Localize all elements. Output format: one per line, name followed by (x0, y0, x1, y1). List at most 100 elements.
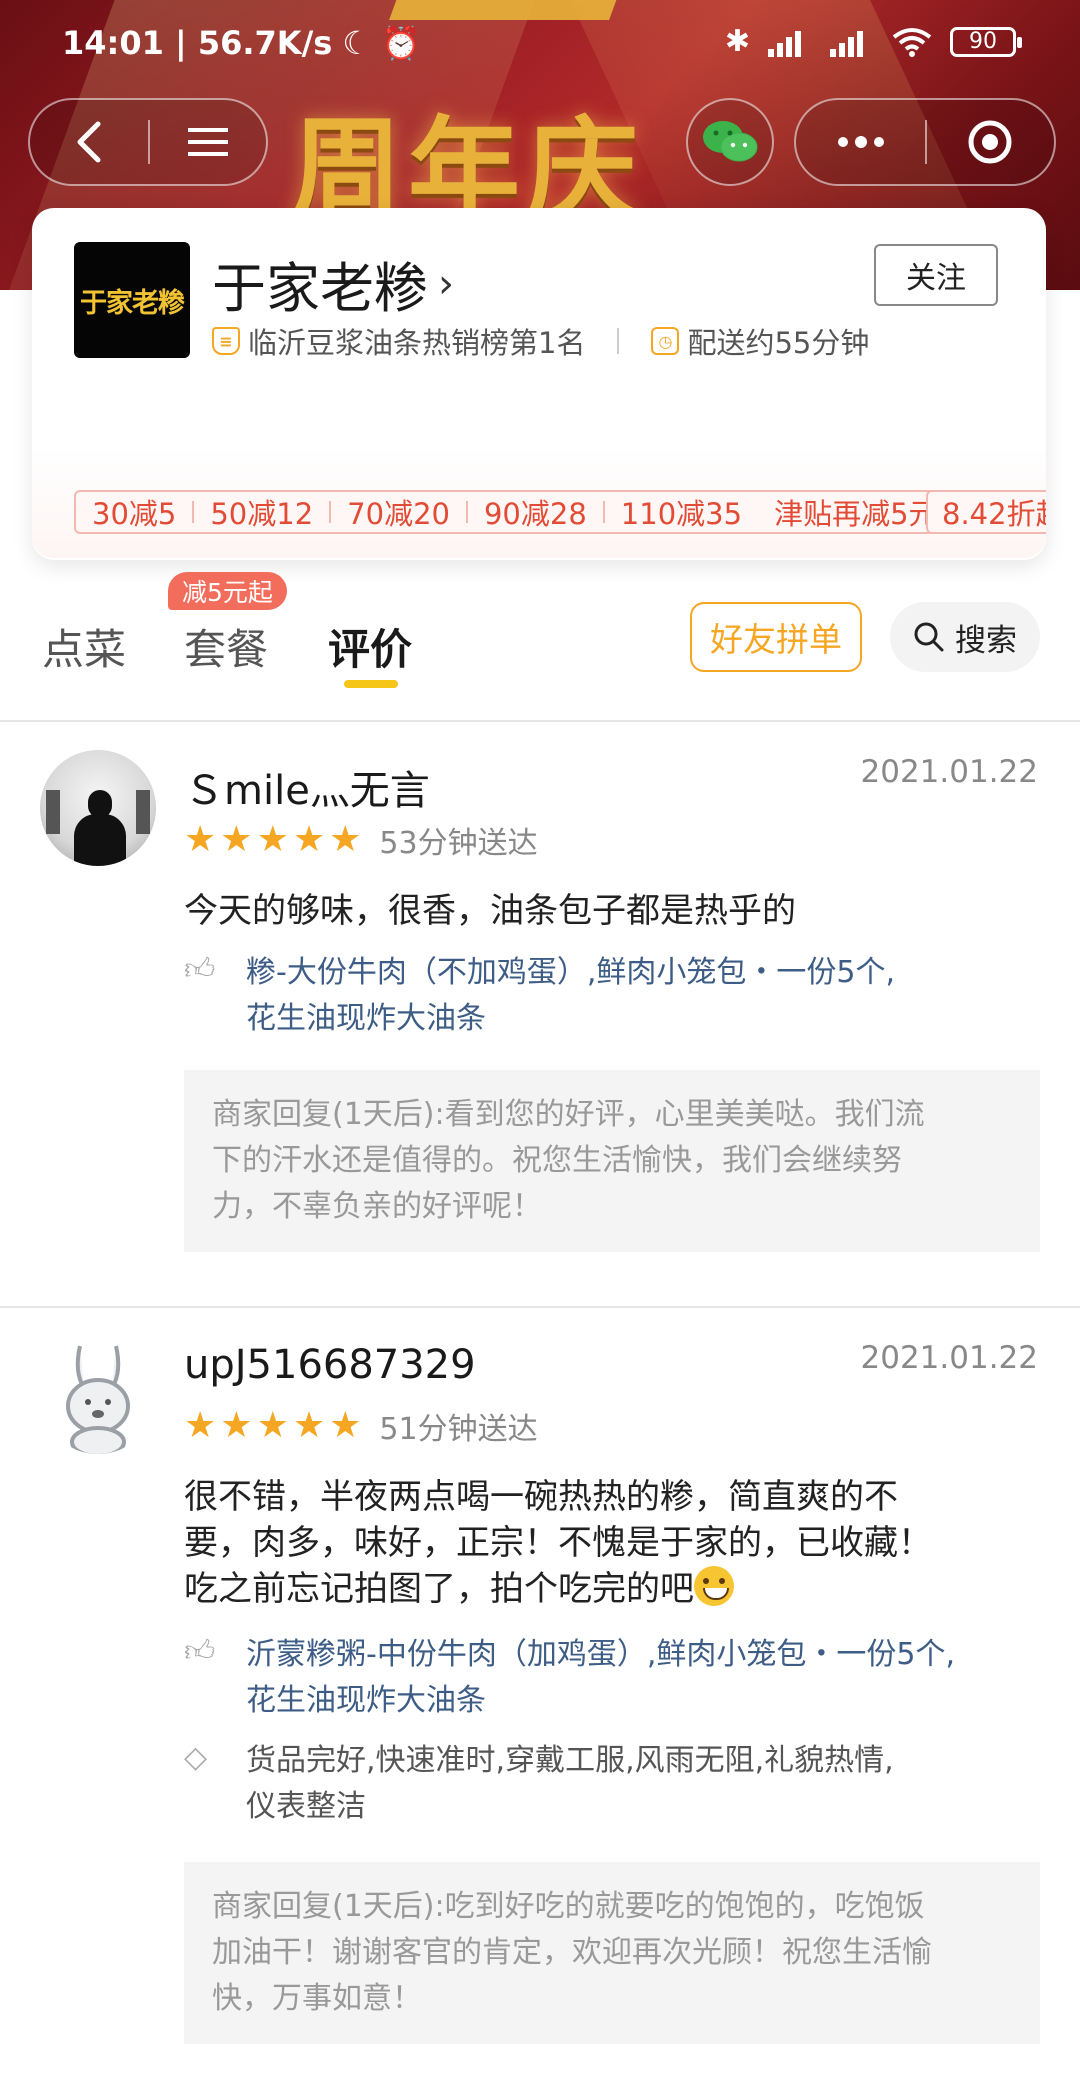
menu-icon (187, 128, 228, 156)
promo-row: 30减5 50减12 70减20 90减28 110减35 津贴再减5元 8.4… (32, 448, 1046, 558)
review-divider (0, 1306, 1080, 1308)
reply-line: 快，万事如意！ (212, 1981, 422, 2016)
action-capsule (794, 98, 1056, 186)
promo-discount-rate[interactable]: 8.42折起 (926, 490, 1046, 534)
review-text-segment: 吃之前忘记拍图了，拍个吃完的吧 (184, 1569, 694, 1609)
rabbit-avatar-icon (66, 1345, 130, 1454)
review-date: 2021.01.22 (860, 754, 1039, 790)
review-rating: ★ ★ ★ ★ ★ 51分钟送达 (184, 1404, 538, 1448)
star-icon: ★ (329, 1405, 362, 1446)
bluetooth-icon: ✱ (724, 24, 750, 59)
review-text: 很不错，半夜两点喝一碗热热的糁，简直爽的不 要，肉多，味好，正宗！不愧是于家的，… (184, 1474, 1034, 1612)
status-time: 14:01 | 56.7K/s (62, 24, 333, 62)
signal-icon (830, 30, 863, 57)
tag-icon: ◇ (184, 1740, 208, 1775)
clock-icon: ◷ (651, 327, 680, 355)
search-button[interactable]: 搜索 (890, 602, 1040, 672)
tab-combo[interactable]: 套餐 (184, 616, 268, 677)
avatar[interactable] (40, 750, 156, 866)
tab-bar: 点菜 减5元起 套餐 评价 好友拼单 搜索 (0, 572, 1080, 722)
shop-name-text: 于家老糁 (212, 257, 428, 320)
wechat-icon (703, 121, 758, 162)
promo-item: 70减20 (347, 497, 450, 531)
star-icon: ★ (220, 1405, 253, 1446)
chevron-right-icon: › (438, 260, 454, 307)
tab-order[interactable]: 点菜 (42, 616, 126, 677)
shop-card: 于家老糁 于家老糁 › 关注 ≡ 临沂豆浆油条热销榜第1名 ◷ 配送约55分钟 … (32, 208, 1046, 560)
dish-list-line[interactable]: 沂蒙糁粥-中份牛肉（加鸡蛋）,鲜肉小笼包・一份5个, (246, 1632, 955, 1678)
star-icon: ★ (256, 1405, 289, 1446)
shop-meta: ≡ 临沂豆浆油条热销榜第1名 ◷ 配送约55分钟 (212, 320, 869, 362)
status-right: ✱ 90 (724, 24, 1022, 59)
tag-list-line: 货品完好,快速准时,穿戴工服,风雨无阻,礼貌热情, (246, 1743, 894, 1778)
follow-button[interactable]: 关注 (874, 244, 998, 306)
avatar-detail (46, 790, 60, 834)
avatar-detail (74, 814, 126, 866)
review-username: upJ516687329 (184, 1342, 476, 1388)
tab-reviews[interactable]: 评价 (328, 616, 412, 677)
meta-divider (617, 328, 620, 354)
reply-line: 加油干！谢谢客官的肯定，欢迎再次光顾！祝您生活愉 (212, 1935, 932, 1970)
promo-item: 50减12 (210, 497, 314, 531)
tab-badge: 减5元起 (168, 572, 287, 610)
more-button[interactable] (796, 98, 925, 186)
moon-icon: ☾ (342, 24, 371, 62)
shop-delivery-time: 配送约55分钟 (687, 326, 870, 360)
tabs-divider (0, 720, 1080, 722)
shop-rank[interactable]: 临沂豆浆油条热销榜第1名 (248, 320, 585, 362)
reply-line: 商家回复(1天后):吃到好吃的就要吃的饱饱的，吃饱饭 (212, 1889, 925, 1924)
wechat-share-button[interactable] (686, 98, 774, 186)
wifi-icon (892, 27, 932, 57)
review-date: 2021.01.22 (860, 1340, 1039, 1376)
status-left: 14:01 | 56.7K/s ☾ ⏰ (62, 24, 421, 62)
grin-emoji-icon (694, 1566, 734, 1606)
star-icon: ★ (184, 819, 217, 860)
review-username: Ｓmile灬无言 (184, 768, 430, 814)
tab-active-indicator (344, 680, 398, 688)
review-text: 今天的够味，很香，油条包子都是热乎的 (184, 891, 796, 931)
avatar[interactable] (40, 1338, 156, 1454)
tag-list-line: 仪表整洁 (246, 1789, 366, 1824)
close-button[interactable] (927, 98, 1054, 186)
star-icon: ★ (292, 1405, 326, 1446)
more-icon (837, 136, 884, 148)
battery-icon: 90 (950, 26, 1022, 57)
star-icon: ★ (184, 1405, 217, 1446)
promo-item: 90减28 (483, 497, 587, 531)
star-icon: ★ (220, 819, 253, 860)
shop-logo[interactable]: 于家老糁 (74, 242, 190, 358)
promo-item: 110减35 (620, 497, 743, 531)
thumbs-up-icon: 👍︎ (184, 1634, 216, 1669)
dish-list-line[interactable]: 花生油现炸大油条 (246, 996, 895, 1042)
thumbs-up-icon: 👍︎ (184, 952, 216, 987)
reply-line: 下的汗水还是值得的。祝您生活愉快，我们会继续努 (212, 1143, 902, 1178)
alarm-icon: ⏰ (381, 24, 421, 62)
star-icon: ★ (329, 819, 362, 860)
star-icon: ★ (256, 819, 289, 860)
group-order-button[interactable]: 好友拼单 (690, 602, 862, 672)
rank-icon: ≡ (212, 327, 240, 355)
shop-name[interactable]: 于家老糁 › (212, 244, 454, 323)
signal-icon (768, 30, 801, 57)
merchant-reply: 商家回复(1天后):吃到好吃的就要吃的饱饱的，吃饱饭 加油干！谢谢客官的肯定，欢… (184, 1862, 1040, 2044)
reply-line: 商家回复(1天后):看到您的好评，心里美美哒。我们流 (212, 1097, 925, 1132)
review-text-line: 很不错，半夜两点喝一碗热热的糁，简直爽的不 (184, 1477, 898, 1517)
search-icon (914, 622, 944, 652)
shop-logo-text: 于家老糁 (80, 287, 185, 319)
promo-item: 30减5 (92, 497, 177, 531)
review-dishes: 👍︎ 糁-大份牛肉（不加鸡蛋）,鲜肉小笼包・一份5个, 花生油现炸大油条 (184, 950, 1034, 1042)
back-button[interactable] (30, 98, 148, 186)
dish-list-line[interactable]: 糁-大份牛肉（不加鸡蛋）,鲜肉小笼包・一份5个, (246, 950, 895, 996)
review-rating: ★ ★ ★ ★ ★ 53分钟送达 (184, 818, 538, 862)
delivery-duration: 53分钟送达 (379, 826, 538, 861)
delivery-duration: 51分钟送达 (379, 1412, 538, 1447)
close-icon (968, 120, 1012, 164)
search-label: 搜索 (955, 622, 1017, 659)
back-icon (77, 121, 101, 163)
dish-list-line[interactable]: 花生油现炸大油条 (246, 1678, 955, 1724)
avatar-detail (136, 790, 150, 834)
status-bar: 14:01 | 56.7K/s ☾ ⏰ ✱ 90 (0, 0, 1080, 90)
reply-line: 力，不辜负亲的好评呢！ (212, 1189, 542, 1224)
promo-discounts[interactable]: 30减5 50减12 70减20 90减28 110减35 津贴再减5元 (74, 490, 956, 534)
menu-button[interactable] (150, 98, 266, 186)
